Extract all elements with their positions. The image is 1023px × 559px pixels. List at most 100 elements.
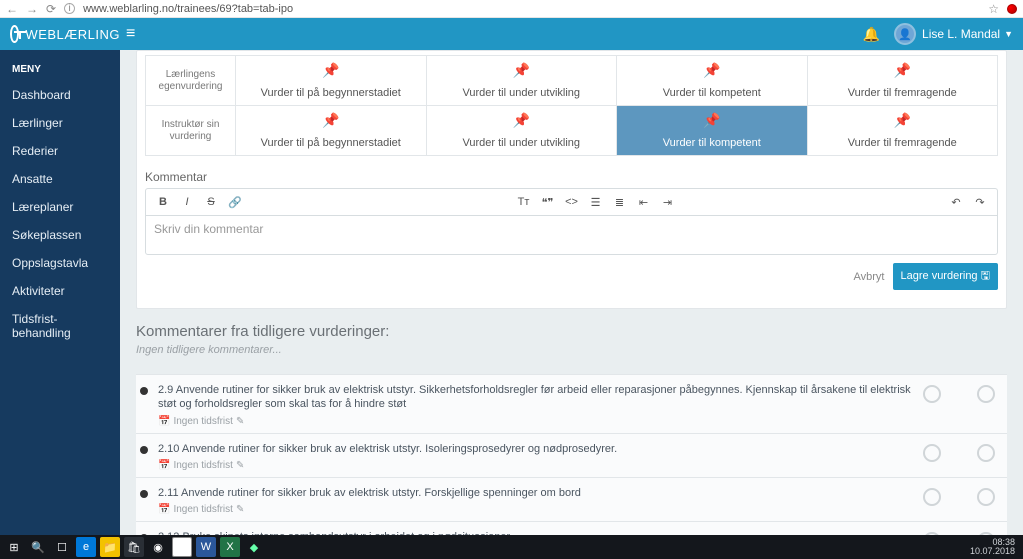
comment-editor[interactable]: Skriv din kommentar <box>145 215 998 255</box>
opera-icon[interactable] <box>1007 4 1017 14</box>
status-ring-1[interactable] <box>923 444 941 462</box>
status-ring-1[interactable] <box>923 385 941 403</box>
learner-level-1[interactable]: 📌Vurder til under utvikling <box>426 56 617 106</box>
save-assessment-button[interactable]: Lagre vurdering 🖫 <box>893 263 999 290</box>
task-row[interactable]: 2.10 Anvende rutiner for sikker bruk av … <box>136 434 1007 478</box>
calendar-icon: 📅 <box>158 460 170 471</box>
content-area: Lærlingens egenvurdering 📌Vurder til på … <box>120 50 1023 535</box>
anchor-icon <box>10 25 19 43</box>
windows-start-icon[interactable]: ⊞ <box>4 537 24 557</box>
redo-button[interactable]: ↷ <box>969 192 991 212</box>
task-deadline-label: Ingen tidsfrist <box>173 460 232 471</box>
pin-icon: 📌 <box>322 112 339 129</box>
calendar-icon: 📅 <box>158 416 170 427</box>
os-taskbar: ⊞ 🔍 ☐ e 📁 🛍 ◉ W X ◆ 08:38 10.07.2018 <box>0 535 1023 559</box>
link-button[interactable]: 🔗 <box>224 192 246 212</box>
sidebar-item-laerlinger[interactable]: Lærlinger <box>0 109 120 137</box>
search-icon[interactable]: 🔍 <box>28 537 48 557</box>
pin-icon: 📌 <box>513 62 530 79</box>
learner-level-2[interactable]: 📌Vurder til kompetent <box>617 56 808 106</box>
hamburger-icon[interactable]: ≡ <box>126 25 135 43</box>
bold-button[interactable]: B <box>152 192 174 212</box>
edit-icon[interactable]: ✎ <box>236 416 244 427</box>
calendar-icon: 📅 <box>158 504 170 515</box>
taskview-icon[interactable]: ☐ <box>52 537 72 557</box>
instructor-level-2[interactable]: 📌Vurder til kompetent <box>617 106 808 156</box>
previous-comments-heading: Kommentarer fra tidligere vurderinger: <box>136 323 1007 340</box>
edge-icon[interactable]: e <box>76 537 96 557</box>
status-ring-1[interactable] <box>923 488 941 506</box>
instructor-level-3[interactable]: 📌Vurder til fremragende <box>807 106 998 156</box>
task-deadline-label: Ingen tidsfrist <box>173 504 232 515</box>
edit-icon[interactable]: ✎ <box>236 504 244 515</box>
pin-icon: 📌 <box>513 112 530 129</box>
status-ring-2[interactable] <box>977 444 995 462</box>
task-title: 2.11 Anvende rutiner for sikker bruk av … <box>158 486 913 500</box>
undo-button[interactable]: ↶ <box>945 192 967 212</box>
task-deadline-label: Ingen tidsfrist <box>173 416 232 427</box>
task-list: 2.9 Anvende rutiner for sikker bruk av e… <box>136 374 1007 535</box>
clock-date[interactable]: 10.07.2018 <box>970 547 1015 556</box>
caret-down-icon: ▼ <box>1004 29 1013 39</box>
bookmark-star-icon[interactable]: ☆ <box>988 2 999 16</box>
previous-comments-empty: Ingen tidligere kommentarer... <box>136 344 1007 356</box>
task-meta[interactable]: 📅Ingen tidsfrist ✎ <box>158 504 913 515</box>
task-row[interactable]: 2.12 Bruke skipets interne sambandsutsty… <box>136 522 1007 535</box>
learner-level-3[interactable]: 📌Vurder til fremragende <box>807 56 998 106</box>
status-ring-2[interactable] <box>977 385 995 403</box>
sidebar-item-sokeplassen[interactable]: Søkeplassen <box>0 221 120 249</box>
topbar: WEBLÆRLING ≡ 🔔 👤 Lise L. Mandal ▼ <box>0 18 1023 50</box>
info-icon: i <box>64 3 75 14</box>
reload-icon[interactable]: ⟳ <box>46 2 56 16</box>
task-row[interactable]: 2.9 Anvende rutiner for sikker bruk av e… <box>136 375 1007 434</box>
bell-icon[interactable]: 🔔 <box>863 26 880 43</box>
misc-app-icon[interactable]: ◆ <box>244 537 264 557</box>
back-icon[interactable]: ← <box>6 2 18 16</box>
browser-chrome: ← → ⟳ i www.weblarling.no/trainees/69?ta… <box>0 0 1023 18</box>
sidebar-item-oppslagstavla[interactable]: Oppslagstavla <box>0 249 120 277</box>
comment-label: Kommentar <box>145 170 998 184</box>
indent-button[interactable]: ⇥ <box>657 192 679 212</box>
sidebar-item-laereplaner[interactable]: Læreplaner <box>0 193 120 221</box>
word-icon[interactable]: W <box>196 537 216 557</box>
task-row[interactable]: 2.11 Anvende rutiner for sikker bruk av … <box>136 478 1007 522</box>
url-bar[interactable]: www.weblarling.no/trainees/69?tab=tab-ip… <box>83 3 980 15</box>
outdent-button[interactable]: ⇤ <box>633 192 655 212</box>
code-button[interactable]: <> <box>561 192 583 212</box>
ol-button[interactable]: ☰ <box>585 192 607 212</box>
previous-comments-section: Kommentarer fra tidligere vurderinger: I… <box>136 323 1007 356</box>
instructor-level-0[interactable]: 📌Vurder til på begynnerstadiet <box>236 106 427 156</box>
cancel-button[interactable]: Avbryt <box>854 271 885 283</box>
strike-button[interactable]: S <box>200 192 222 212</box>
user-menu[interactable]: 👤 Lise L. Mandal ▼ <box>894 23 1013 45</box>
italic-button[interactable]: I <box>176 192 198 212</box>
forward-icon[interactable]: → <box>26 2 38 16</box>
sidebar-item-aktiviteter[interactable]: Aktiviteter <box>0 277 120 305</box>
explorer-icon[interactable]: 📁 <box>100 537 120 557</box>
blank-app-icon[interactable] <box>172 537 192 557</box>
sidebar-item-rederier[interactable]: Rederier <box>0 137 120 165</box>
store-icon[interactable]: 🛍 <box>124 537 144 557</box>
edit-icon[interactable]: ✎ <box>236 460 244 471</box>
assessment-table: Lærlingens egenvurdering 📌Vurder til på … <box>145 55 998 156</box>
chrome-icon[interactable]: ◉ <box>148 537 168 557</box>
row-label-learner: Lærlingens egenvurdering <box>146 56 236 106</box>
task-meta[interactable]: 📅Ingen tidsfrist ✎ <box>158 416 913 427</box>
task-dot-icon <box>140 387 148 395</box>
pin-icon: 📌 <box>703 62 720 79</box>
ul-button[interactable]: ≣ <box>609 192 631 212</box>
pin-icon: 📌 <box>894 112 911 129</box>
task-title: 2.10 Anvende rutiner for sikker bruk av … <box>158 442 913 456</box>
row-label-instructor: Instruktør sin vurdering <box>146 106 236 156</box>
task-meta[interactable]: 📅Ingen tidsfrist ✎ <box>158 460 913 471</box>
learner-level-0[interactable]: 📌Vurder til på begynnerstadiet <box>236 56 427 106</box>
status-ring-2[interactable] <box>977 488 995 506</box>
sidebar-item-tidsfrist[interactable]: Tidsfrist-behandling <box>0 305 120 347</box>
fontsize-button[interactable]: Tт <box>513 192 535 212</box>
sidebar-item-ansatte[interactable]: Ansatte <box>0 165 120 193</box>
excel-icon[interactable]: X <box>220 537 240 557</box>
quote-button[interactable]: ❝❞ <box>537 192 559 212</box>
comment-block: Kommentar B I S 🔗 Tт ❝❞ <> <box>145 170 998 290</box>
instructor-level-1[interactable]: 📌Vurder til under utvikling <box>426 106 617 156</box>
sidebar-item-dashboard[interactable]: Dashboard <box>0 81 120 109</box>
